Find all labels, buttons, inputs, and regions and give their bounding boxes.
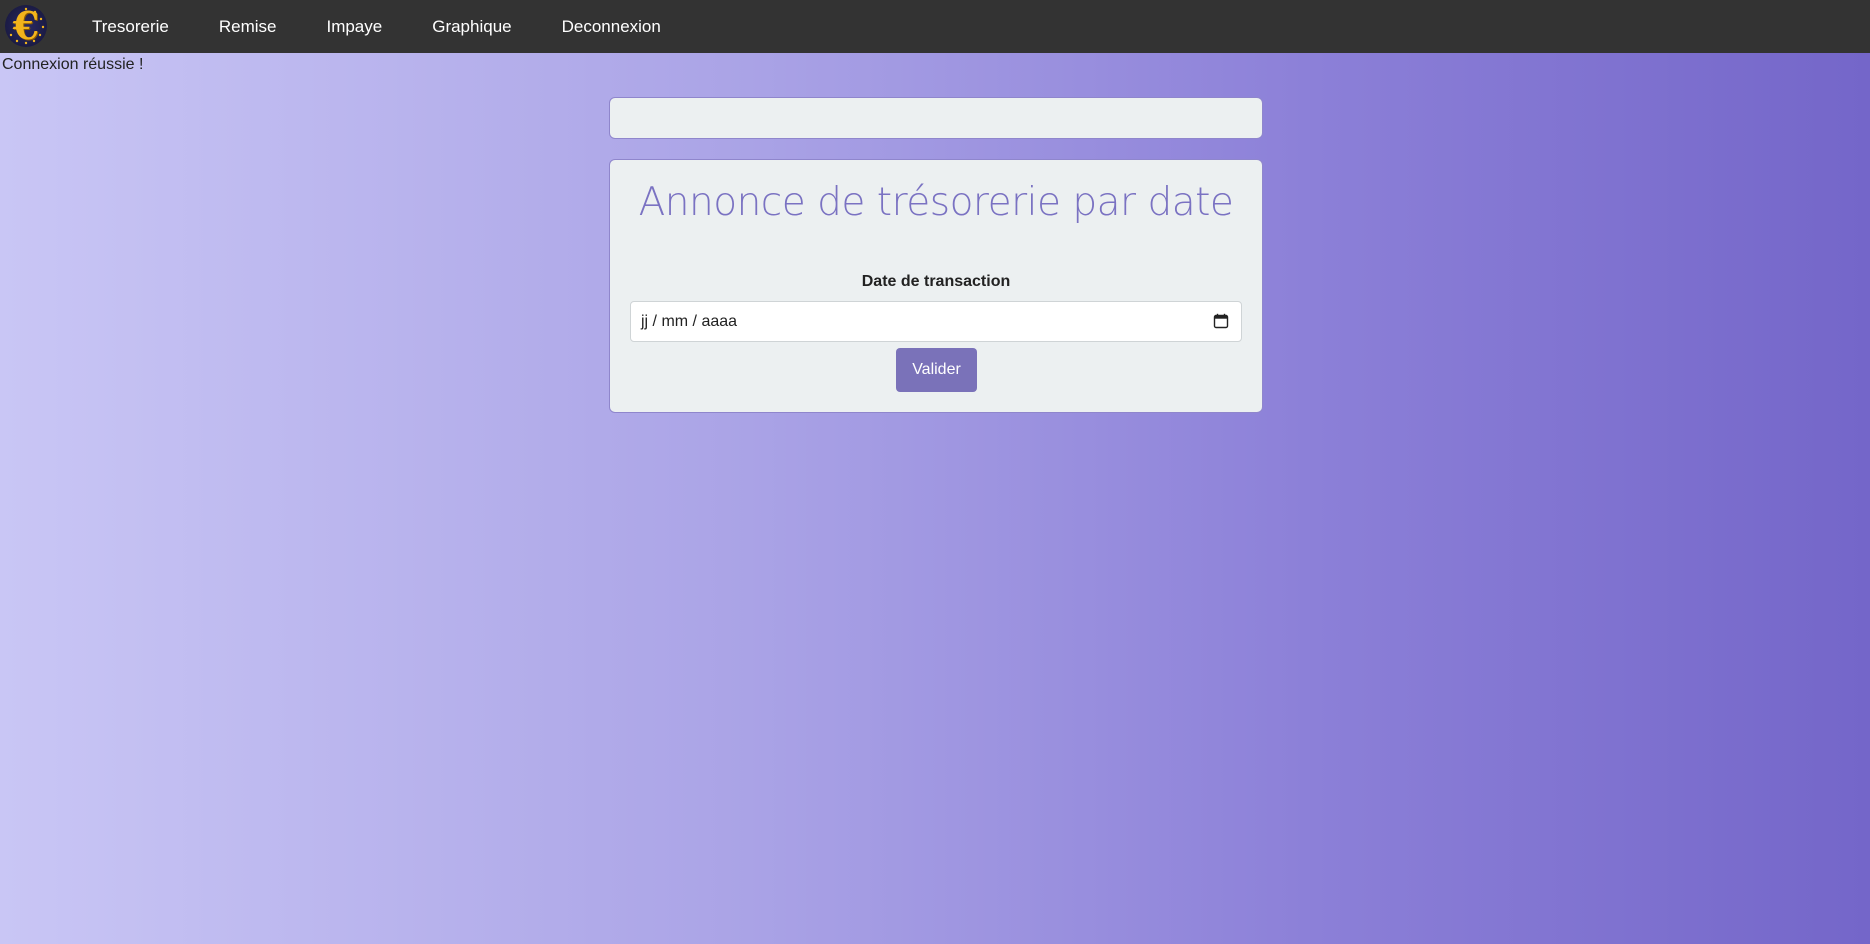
- treasury-date-form: Annonce de trésorerie par date Date de t…: [609, 159, 1263, 413]
- nav-links: Tresorerie Remise Impaye Graphique Decon…: [67, 0, 686, 53]
- logo-stars-decoration: [9, 7, 45, 45]
- date-placeholder: jj / mm / aaaa: [641, 313, 738, 330]
- calendar-icon[interactable]: [1213, 313, 1229, 329]
- empty-card: [609, 97, 1263, 139]
- euro-logo-icon[interactable]: €: [5, 5, 47, 47]
- login-success-message: Connexion réussie !: [2, 56, 144, 73]
- form-title: Annonce de trésorerie par date: [638, 180, 1234, 225]
- top-navbar: € Tresorerie Remise Impaye Graphique Dec…: [0, 0, 1870, 53]
- nav-item-graphique[interactable]: Graphique: [407, 0, 536, 53]
- nav-item-impaye[interactable]: Impaye: [301, 0, 407, 53]
- date-field-label: Date de transaction: [861, 273, 1011, 290]
- submit-button[interactable]: Valider: [896, 348, 977, 392]
- nav-item-deconnexion[interactable]: Deconnexion: [537, 0, 686, 53]
- nav-item-tresorerie[interactable]: Tresorerie: [67, 0, 194, 53]
- nav-item-remise[interactable]: Remise: [194, 0, 302, 53]
- transaction-date-input[interactable]: jj / mm / aaaa: [630, 301, 1242, 342]
